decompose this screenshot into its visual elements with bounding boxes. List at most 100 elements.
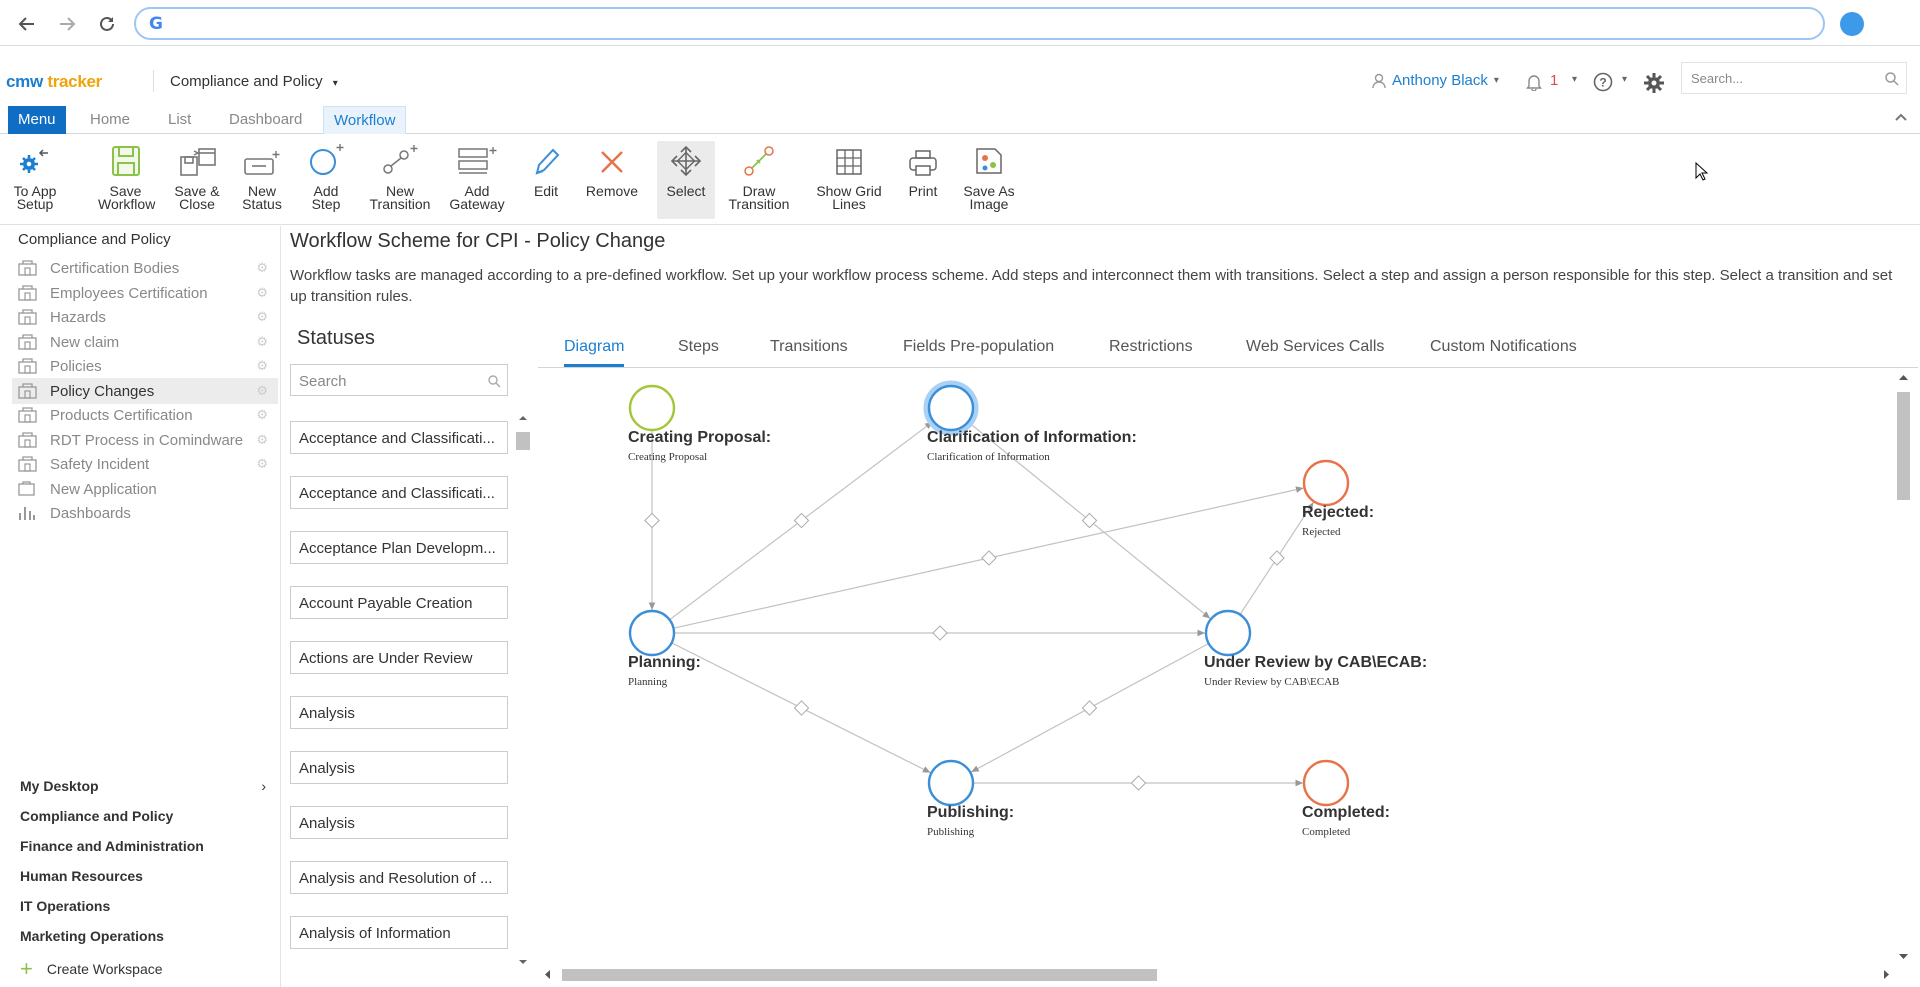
step-circle[interactable] bbox=[628, 384, 676, 432]
status-item[interactable]: Actions are Under Review bbox=[290, 641, 508, 674]
help-icon[interactable]: ? bbox=[1593, 72, 1613, 92]
workflow-step-node[interactable]: Under Review by CAB\ECAB: Under Review by… bbox=[1204, 609, 1427, 688]
transition-handle[interactable] bbox=[1081, 700, 1098, 716]
header-search-input[interactable]: Search... bbox=[1681, 62, 1907, 94]
workspace-hr[interactable]: Human Resources bbox=[20, 868, 143, 884]
workflow-step-node[interactable]: Publishing: Publishing bbox=[927, 759, 1014, 838]
chevron-down-icon[interactable]: ▾ bbox=[1572, 74, 1577, 85]
gear-icon[interactable]: ⚙ bbox=[256, 456, 268, 472]
transition-handle[interactable] bbox=[644, 512, 660, 529]
workspace-marketing[interactable]: Marketing Operations bbox=[20, 928, 164, 944]
tab-restrictions[interactable]: Restrictions bbox=[1109, 338, 1193, 356]
sidebar-item-safety-incident[interactable]: Safety Incident ⚙ bbox=[12, 451, 278, 477]
workspace-it-operations[interactable]: IT Operations bbox=[20, 898, 110, 914]
transition-handle[interactable] bbox=[981, 550, 997, 566]
transition-handle[interactable] bbox=[932, 625, 948, 641]
transition-handle[interactable] bbox=[1081, 512, 1098, 529]
status-item[interactable]: Acceptance and Classificati... bbox=[290, 476, 508, 509]
draw-transition-button[interactable]: Draw Transition bbox=[724, 141, 794, 219]
sidebar-item-employees-certification[interactable]: Employees Certification ⚙ bbox=[12, 280, 278, 306]
save-as-image-button[interactable]: Save As Image bbox=[960, 141, 1018, 219]
status-item[interactable]: Account Payable Creation bbox=[290, 586, 508, 619]
workspace-finance[interactable]: Finance and Administration bbox=[20, 838, 204, 854]
chevron-down-icon[interactable]: ▾ bbox=[1622, 74, 1627, 85]
select-button[interactable]: Select bbox=[657, 141, 715, 219]
gear-icon[interactable]: ⚙ bbox=[256, 260, 268, 276]
to-app-setup-button[interactable]: To App Setup bbox=[6, 141, 64, 219]
app-logo[interactable]: cmw tracker bbox=[6, 72, 102, 92]
status-item[interactable]: Acceptance Plan Developm... bbox=[290, 531, 508, 564]
transition-handle[interactable] bbox=[793, 700, 810, 716]
gear-icon[interactable]: ⚙ bbox=[256, 383, 268, 399]
back-icon[interactable] bbox=[14, 11, 40, 37]
workflow-step-node[interactable]: Clarification of Information: Clarificati… bbox=[923, 380, 1137, 463]
show-grid-lines-button[interactable]: Show Grid Lines bbox=[812, 141, 886, 219]
forward-icon[interactable] bbox=[54, 11, 80, 37]
tab-list[interactable]: List bbox=[158, 106, 201, 134]
transition-handle[interactable] bbox=[1269, 550, 1285, 566]
gear-icon[interactable]: ⚙ bbox=[256, 309, 268, 325]
reload-icon[interactable] bbox=[94, 11, 120, 37]
status-item[interactable]: Analysis bbox=[290, 806, 508, 839]
statuses-scrollbar[interactable] bbox=[515, 412, 531, 972]
tab-transitions[interactable]: Transitions bbox=[770, 338, 848, 356]
step-circle[interactable] bbox=[1302, 459, 1350, 507]
tab-dashboard[interactable]: Dashboard bbox=[219, 106, 312, 134]
add-gateway-button[interactable]: Add Gateway bbox=[448, 141, 506, 219]
diagram-vertical-scrollbar[interactable] bbox=[1895, 370, 1912, 966]
step-circle[interactable] bbox=[1204, 609, 1252, 657]
step-circle[interactable] bbox=[927, 759, 975, 807]
extension-icon[interactable] bbox=[1840, 12, 1864, 36]
status-item[interactable]: Analysis bbox=[290, 751, 508, 784]
workflow-diagram[interactable]: Creating Proposal: Creating Proposal Clari… bbox=[538, 370, 1918, 987]
add-step-button[interactable]: Add Step bbox=[306, 141, 346, 219]
sidebar-item-products-certification[interactable]: Products Certification ⚙ bbox=[12, 402, 278, 428]
sidebar-title[interactable]: Compliance and Policy bbox=[18, 231, 171, 248]
gear-icon[interactable]: ⚙ bbox=[256, 432, 268, 448]
create-workspace-link[interactable]: + Create Workspace bbox=[20, 958, 163, 980]
tab-web-services-calls[interactable]: Web Services Calls bbox=[1246, 338, 1384, 356]
gear-icon[interactable]: ⚙ bbox=[256, 358, 268, 374]
settings-gear-icon[interactable] bbox=[1643, 72, 1665, 94]
print-button[interactable]: Print bbox=[903, 141, 943, 219]
gear-icon[interactable]: ⚙ bbox=[256, 407, 268, 423]
collapse-icon[interactable] bbox=[1894, 112, 1908, 122]
address-bar[interactable]: G bbox=[134, 7, 1825, 40]
tab-workflow[interactable]: Workflow bbox=[323, 106, 407, 134]
workflow-step-node[interactable]: Planning: Planning bbox=[628, 609, 701, 688]
workspace-my-desktop[interactable]: My Desktop › bbox=[20, 778, 270, 794]
workspace-selector[interactable]: Compliance and Policy ▾ bbox=[170, 73, 338, 90]
tab-fields-pre-population[interactable]: Fields Pre-population bbox=[903, 338, 1054, 356]
workflow-step-node[interactable]: Creating Proposal: Creating Proposal bbox=[628, 384, 771, 463]
tab-custom-notifications[interactable]: Custom Notifications bbox=[1430, 338, 1577, 356]
status-item[interactable]: Analysis of Information bbox=[290, 916, 508, 949]
workflow-step-node[interactable]: Rejected: Rejected bbox=[1302, 459, 1374, 538]
new-status-button[interactable]: New Status bbox=[238, 141, 286, 219]
sidebar-item-dashboards[interactable]: Dashboards bbox=[12, 500, 278, 526]
user-menu[interactable]: Anthony Black ▾ bbox=[1372, 72, 1499, 89]
gear-icon[interactable]: ⚙ bbox=[256, 334, 268, 350]
step-circle[interactable] bbox=[927, 384, 975, 432]
notification-count[interactable]: 1 bbox=[1550, 72, 1558, 89]
sidebar-item-new-claim[interactable]: New claim ⚙ bbox=[12, 329, 278, 355]
remove-button[interactable]: Remove bbox=[584, 141, 640, 219]
status-item[interactable]: Acceptance and Classificati... bbox=[290, 421, 508, 454]
sidebar-item-policy-changes[interactable]: Policy Changes ⚙ bbox=[12, 378, 278, 404]
status-item[interactable]: Analysis and Resolution of ... bbox=[290, 861, 508, 894]
workspace-compliance[interactable]: Compliance and Policy bbox=[20, 808, 173, 824]
edit-button[interactable]: Edit bbox=[530, 141, 562, 219]
tab-home[interactable]: Home bbox=[80, 106, 140, 134]
step-circle[interactable] bbox=[628, 609, 676, 657]
status-search-input[interactable]: Search bbox=[290, 364, 508, 396]
tab-steps[interactable]: Steps bbox=[678, 338, 719, 356]
sidebar-item-certification-bodies[interactable]: Certification Bodies ⚙ bbox=[12, 255, 278, 281]
save-close-button[interactable]: Save & Close bbox=[171, 141, 223, 219]
save-workflow-button[interactable]: Save Workflow bbox=[98, 141, 155, 219]
diagram-horizontal-scrollbar[interactable] bbox=[540, 966, 1896, 983]
bell-icon[interactable] bbox=[1526, 73, 1542, 91]
sidebar-item-rdt-process-in-comindware[interactable]: RDT Process in Comindware ⚙ bbox=[12, 427, 278, 453]
sidebar-item-new-application[interactable]: New Application bbox=[12, 476, 278, 502]
tab-diagram[interactable]: Diagram bbox=[564, 338, 625, 367]
status-item[interactable]: Analysis bbox=[290, 696, 508, 729]
tab-menu[interactable]: Menu bbox=[8, 106, 66, 134]
